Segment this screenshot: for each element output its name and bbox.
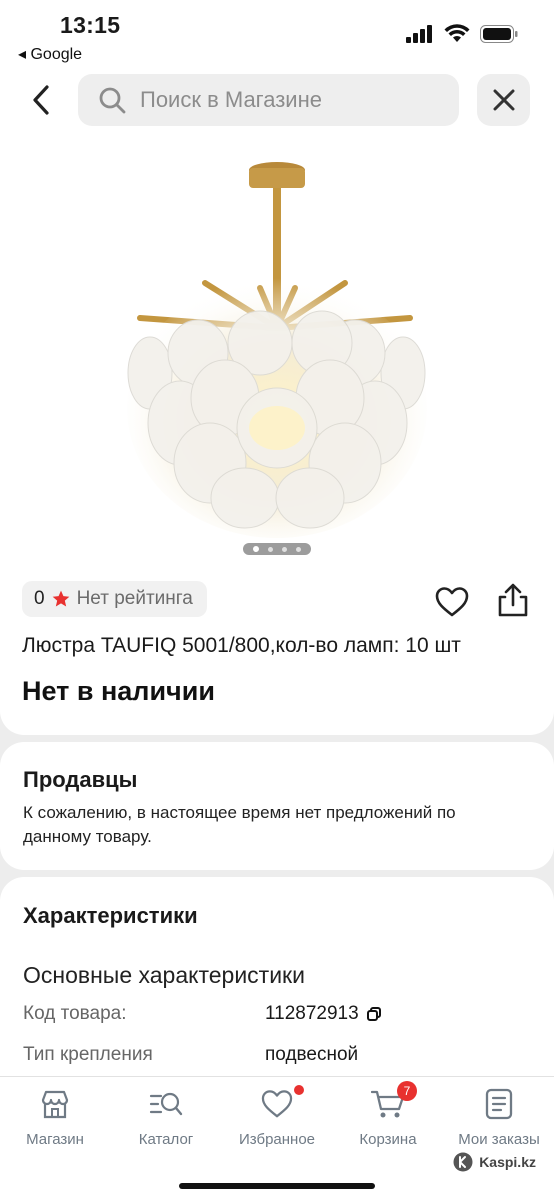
search-icon [99, 87, 126, 114]
specs-section: Характеристики Основные характеристики К… [0, 877, 554, 1097]
nav-item-cart[interactable]: 7 Корзина [333, 1081, 443, 1148]
product-code-value: 112872913 [265, 1003, 359, 1024]
heart-icon [261, 1090, 293, 1118]
chevron-left-icon [33, 85, 49, 115]
sellers-title: Продавцы [23, 767, 138, 792]
rating-chip[interactable]: 0 Нет рейтинга [22, 581, 207, 617]
pager-dot[interactable] [295, 546, 301, 552]
share-button[interactable] [496, 582, 530, 618]
spec-value: подвесной [265, 1044, 359, 1065]
close-icon [493, 89, 514, 111]
signal-icon [406, 24, 432, 43]
back-button[interactable] [26, 82, 58, 118]
nav-label: Каталог [138, 1131, 194, 1148]
pager-dot[interactable] [281, 546, 287, 552]
product-image-chandelier[interactable] [110, 158, 444, 538]
spec-key: Тип крепления [23, 1044, 153, 1065]
nav-item-catalog[interactable]: Каталог [111, 1087, 221, 1148]
cart-badge: 7 [397, 1081, 417, 1101]
orders-icon [485, 1088, 513, 1120]
battery-icon [480, 24, 518, 43]
rating-text: Нет рейтинга [76, 588, 193, 609]
brand-text: Kaspi.kz [479, 1154, 536, 1170]
product-card: 0 Нет рейтинга Люстра TAUFIQ 5001/800,ко… [0, 134, 554, 735]
back-to-google-link[interactable]: ◂ Google [18, 44, 82, 64]
nav-label: Корзина [359, 1131, 417, 1148]
search-placeholder: Поиск в Магазине [140, 87, 322, 112]
search-input[interactable]: Поиск в Магазине [78, 74, 459, 126]
nav-item-favorites[interactable]: Избранное [222, 1085, 332, 1148]
copy-icon[interactable] [366, 1007, 381, 1021]
specs-subtitle: Основные характеристики [23, 962, 305, 988]
status-icons [406, 24, 518, 43]
home-indicator[interactable] [179, 1183, 375, 1189]
close-button[interactable] [477, 74, 530, 126]
spec-value: 112872913 [265, 1003, 381, 1025]
nav-item-orders[interactable]: Мои заказы [444, 1087, 554, 1148]
image-pager-dots[interactable] [243, 543, 311, 555]
star-icon [52, 590, 69, 607]
catalog-search-icon [149, 1092, 183, 1116]
pager-dot[interactable] [253, 546, 260, 552]
bottom-navigation: Магазин Каталог Избранное 7 Корзина Мои … [0, 1076, 554, 1200]
specs-title: Характеристики [23, 903, 198, 928]
share-icon [498, 583, 528, 617]
search-header: Поиск в Магазине [0, 68, 554, 134]
nav-label: Избранное [238, 1131, 316, 1148]
nav-item-store[interactable]: Магазин [0, 1087, 110, 1148]
kaspi-brand: Kaspi.kz [453, 1152, 536, 1172]
sellers-message: К сожалению, в настоящее время нет предл… [23, 803, 456, 846]
heart-outline-icon [435, 587, 469, 617]
nav-label: Магазин [26, 1131, 84, 1148]
spec-key: Код товара: [23, 1003, 127, 1024]
pager-dot[interactable] [268, 546, 274, 552]
sellers-section: Продавцы К сожалению, в настоящее время … [0, 742, 554, 870]
store-icon [41, 1090, 69, 1119]
product-page: 13:15 ◂ Google Поиск в Магазине 0 Нет ре… [0, 0, 554, 1200]
favorites-badge-dot [294, 1085, 304, 1095]
nav-label: Мои заказы [458, 1131, 540, 1148]
availability-status: Нет в наличии [22, 676, 215, 706]
product-title: Люстра TAUFIQ 5001/800,кол-во ламп: 10 ш… [22, 634, 461, 657]
wifi-icon [444, 24, 470, 42]
favorite-button[interactable] [435, 586, 469, 618]
kaspi-logo-icon [453, 1152, 473, 1172]
status-bar: 13:15 ◂ Google [0, 0, 554, 68]
status-time: 13:15 [60, 12, 121, 38]
rating-count: 0 [34, 588, 45, 609]
